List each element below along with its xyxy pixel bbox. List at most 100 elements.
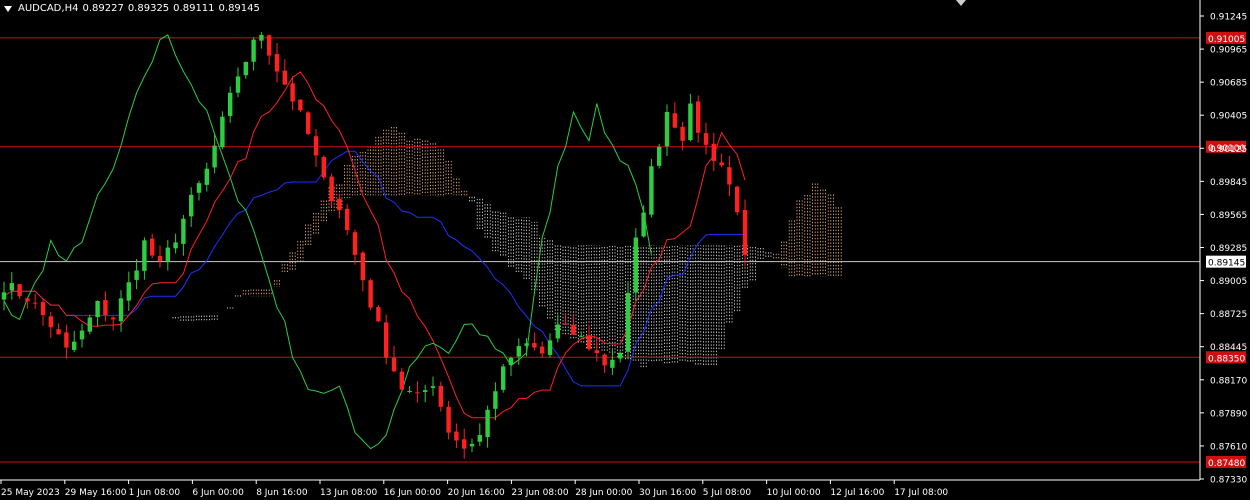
candle-body	[399, 371, 404, 390]
price-tick-label: 0.88170	[1210, 376, 1247, 386]
candle-body	[360, 252, 365, 281]
candle-body	[516, 346, 521, 357]
candle-body	[56, 329, 61, 335]
candle-body	[610, 359, 615, 368]
candle-body	[407, 391, 412, 393]
candle-body	[430, 386, 436, 388]
candle-body	[352, 232, 358, 255]
candle-body	[633, 237, 638, 293]
time-tick-label: 30 Jun 16:00	[639, 488, 696, 498]
candlesticks[interactable]	[1, 32, 748, 459]
candle-body	[118, 298, 124, 322]
time-tick-label: 12 Jul 16:00	[830, 488, 884, 498]
level-price-label: 0.91005	[1208, 35, 1245, 45]
candle-body	[134, 270, 139, 280]
chikou-span-line	[3, 34, 652, 450]
price-chart[interactable]: 0.910050.901000.883500.874800.89145 0.91…	[0, 0, 1250, 500]
candle-body	[618, 352, 623, 359]
candle-body	[126, 282, 131, 301]
price-tick-label: 0.87890	[1210, 409, 1247, 419]
close-value: 0.89145	[218, 3, 260, 14]
candle-body	[563, 323, 568, 325]
candle-body	[189, 194, 194, 217]
price-tick-label: 0.90965	[1210, 46, 1247, 56]
candle-body	[727, 167, 732, 185]
candle-body	[337, 198, 342, 211]
candle-body	[446, 406, 451, 433]
candle-body	[345, 208, 350, 231]
candle-body	[142, 240, 147, 271]
candle-body	[111, 317, 116, 320]
candle-body	[641, 212, 646, 237]
candle-body	[688, 103, 693, 141]
price-tick-label: 0.91245	[1210, 13, 1247, 23]
candle-body	[571, 324, 576, 335]
price-tick-label: 0.89565	[1210, 211, 1247, 221]
candle-body	[212, 145, 217, 168]
candle-body	[719, 162, 724, 166]
candle-body	[33, 302, 38, 304]
candle-body	[40, 302, 46, 316]
time-tick-label: 10 Jul 00:00	[767, 488, 821, 498]
candle-body	[274, 53, 280, 72]
candle-body	[165, 247, 170, 262]
candle-body	[321, 156, 326, 178]
high-value: 0.89325	[127, 3, 170, 14]
candle-body	[672, 113, 677, 128]
candle-body	[181, 218, 186, 244]
candle-body	[204, 168, 209, 185]
candle-body	[711, 143, 716, 161]
candle-body	[196, 183, 202, 193]
candle-body	[103, 300, 108, 316]
candle-body	[329, 176, 334, 202]
price-tick-label: 0.90405	[1210, 112, 1247, 122]
candle-body	[742, 210, 748, 255]
symbol-label: AUDCAD,H4	[18, 3, 79, 14]
candle-body	[391, 357, 397, 372]
level-price-label: 0.88350	[1208, 354, 1245, 364]
price-tick-label: 0.87330	[1210, 476, 1247, 486]
candle-body	[235, 76, 241, 93]
time-tick-label: 23 Jun 08:00	[511, 488, 568, 498]
candle-body	[384, 322, 389, 358]
candle-body	[680, 126, 685, 141]
price-tick-label: 0.90685	[1210, 79, 1247, 89]
price-tick-label: 0.88445	[1210, 343, 1247, 353]
candle-body	[594, 350, 599, 354]
price-tick-label: 0.89285	[1210, 244, 1247, 254]
candle-body	[524, 343, 529, 346]
price-tick-label: 0.89005	[1210, 277, 1247, 287]
time-tick-label: 1 Jun 08:00	[129, 488, 181, 498]
current-price-label: 0.89145	[1208, 259, 1245, 269]
candle-body	[64, 332, 69, 348]
time-tick-label: 29 May 16:00	[65, 488, 127, 498]
candle-body	[298, 99, 303, 111]
candle-body	[228, 92, 233, 116]
candle-body	[95, 300, 100, 318]
candle-body	[79, 330, 85, 340]
time-tick-label: 5 Jul 08:00	[703, 488, 752, 498]
candle-body	[657, 146, 662, 166]
candle-body	[259, 34, 264, 41]
chart-shift-triangle-icon[interactable]	[956, 0, 966, 6]
candle-body	[649, 166, 654, 215]
candle-body	[72, 341, 77, 350]
candle-body	[267, 35, 272, 56]
candle-body	[17, 284, 22, 297]
candle-body	[625, 292, 631, 352]
dropdown-triangle-icon[interactable]	[4, 5, 12, 12]
chart-header: AUDCAD,H4 0.89227 0.89325 0.89111 0.8914…	[4, 3, 260, 14]
candle-body	[438, 385, 443, 407]
candle-body	[501, 366, 506, 390]
level-price-label: 0.87480	[1208, 459, 1245, 469]
candle-body	[25, 298, 30, 302]
candle-body	[368, 280, 373, 308]
candle-body	[251, 39, 256, 62]
price-tick-label: 0.90125	[1210, 145, 1247, 155]
axes: 0.91245 0.90965 0.90685 0.90405 0.90125 0.898…	[0, 0, 1247, 498]
candle-body	[469, 443, 475, 447]
candle-body	[586, 335, 592, 349]
time-tick-label: 8 Jun 16:00	[256, 488, 308, 498]
candle-body	[48, 316, 53, 328]
candle-body	[555, 324, 560, 339]
